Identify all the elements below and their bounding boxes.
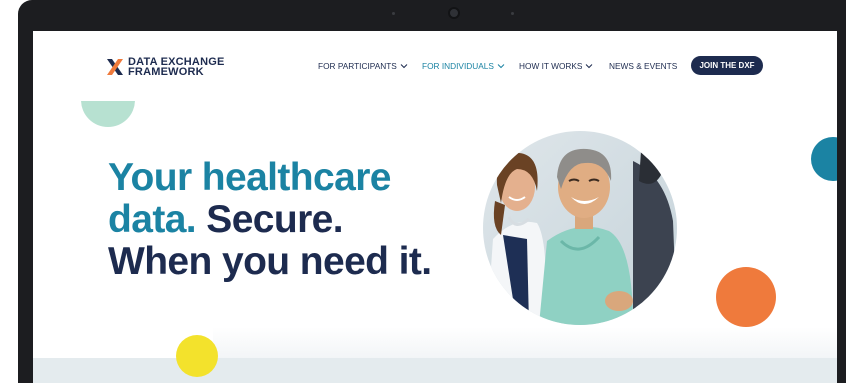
patient-doctor-illustration	[483, 131, 677, 325]
nav-item-label: FOR PARTICIPANTS	[318, 61, 397, 71]
hero-line-1: Your healthcare	[108, 156, 391, 199]
hero-word-data: data.	[108, 198, 197, 241]
decorative-orange-circle	[716, 267, 776, 327]
nav-item-for-individuals[interactable]: FOR INDIVIDUALS	[422, 61, 505, 71]
nav-item-label: FOR INDIVIDUALS	[422, 61, 494, 71]
decorative-mint-circle	[81, 101, 135, 127]
decorative-yellow-circle	[176, 335, 218, 377]
nav-item-label: HOW IT WORKS	[519, 61, 583, 71]
nav-item-label: NEWS & EVENTS	[609, 61, 678, 71]
website-screen: DATA EXCHANGE FRAMEWORK FOR PARTICIPANTS…	[33, 31, 837, 383]
hero-line-3: When you need it.	[108, 240, 432, 283]
chevron-down-icon	[497, 64, 505, 69]
sensor-dot	[511, 12, 514, 15]
nav-item-for-participants[interactable]: FOR PARTICIPANTS	[318, 61, 408, 71]
hero-headline: Your healthcare data. Secure. When you n…	[108, 157, 488, 283]
chevron-down-icon	[586, 64, 593, 69]
sensor-dot	[392, 12, 395, 15]
next-section-band	[33, 358, 837, 383]
nav-item-news-events[interactable]: NEWS & EVENTS	[609, 61, 677, 71]
decorative-teal-circle	[811, 137, 837, 181]
join-the-dxf-button[interactable]: JOIN THE DXF	[691, 56, 763, 75]
nav-item-how-it-works[interactable]: HOW IT WORKS	[519, 61, 593, 71]
hero-line-2: data. Secure.	[108, 199, 488, 241]
webcam-icon	[448, 7, 460, 19]
hero-word-secure: Secure.	[206, 198, 343, 241]
chevron-down-icon	[400, 64, 408, 69]
hero-photo-patient-and-doctor	[483, 131, 677, 325]
